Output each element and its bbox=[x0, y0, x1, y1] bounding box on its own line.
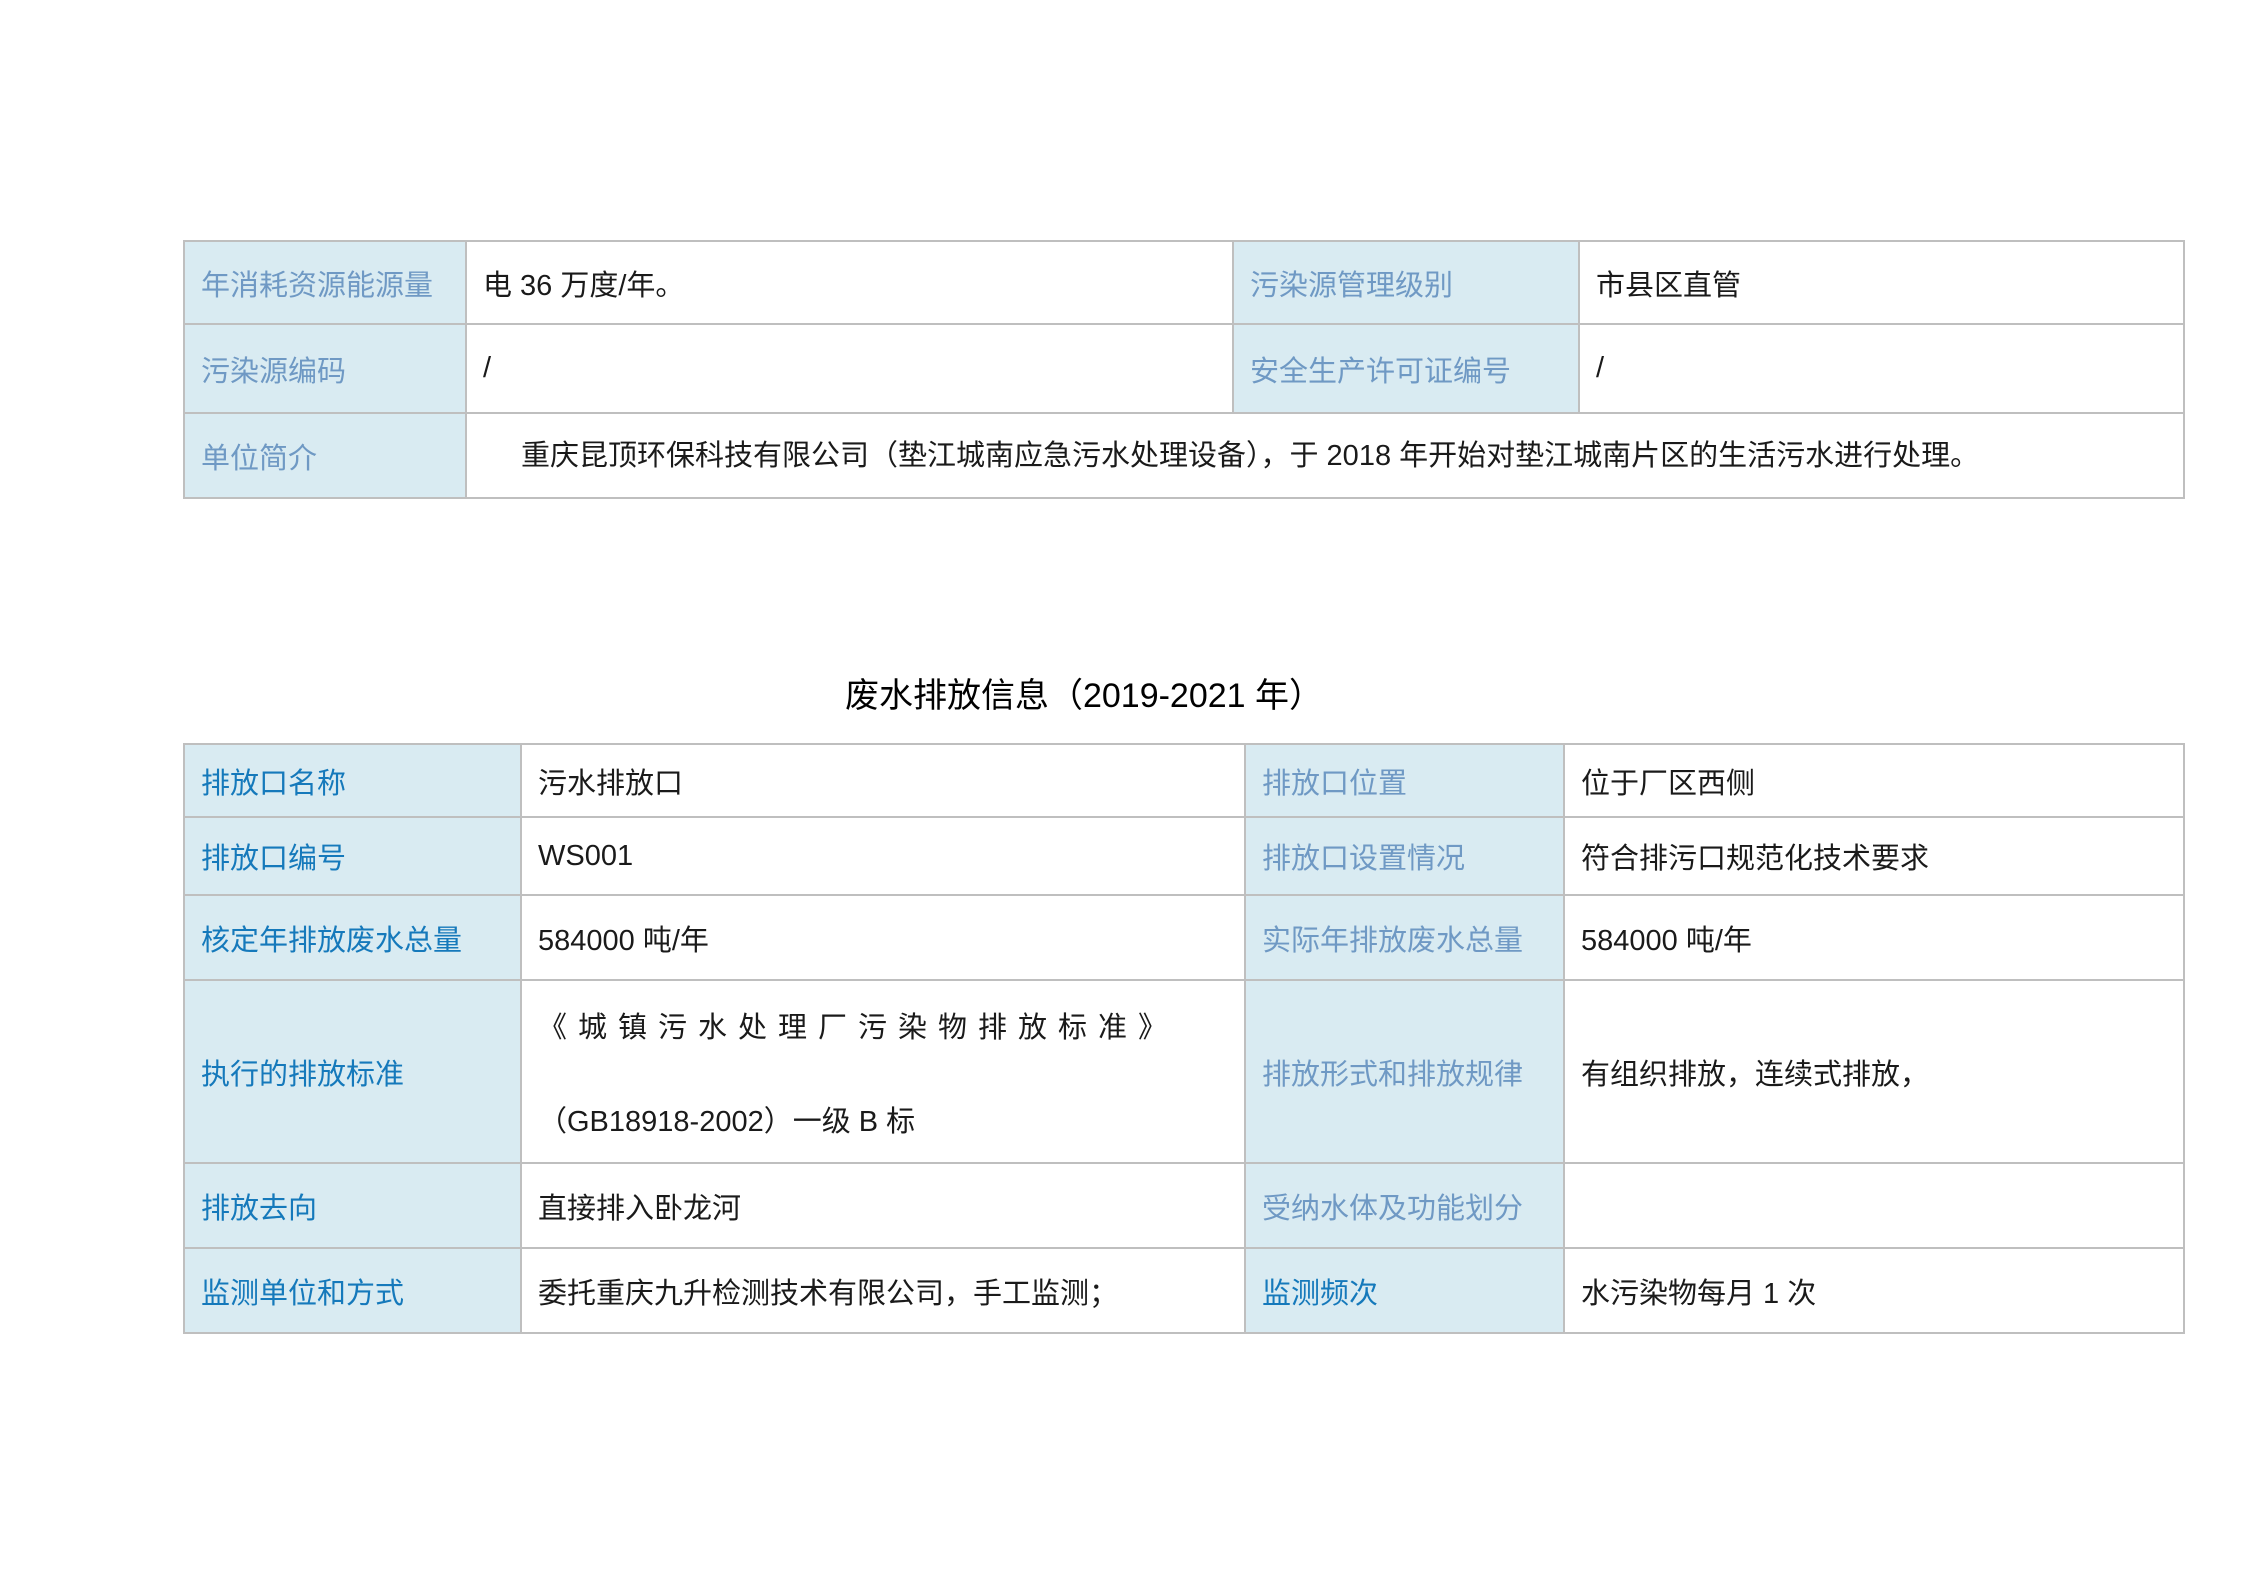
field-value-discharge-form: 有组织排放，连续式排放， bbox=[1564, 980, 2184, 1163]
field-value-approved-discharge: 584000 吨/年 bbox=[521, 895, 1245, 980]
wastewater-table: 排放口名称 污水排放口 排放口位置 位于厂区西侧 排放口编号 WS001 排放口… bbox=[183, 743, 2185, 1334]
row-annual-energy: 年消耗资源能源量 电 36 万度/年。 污染源管理级别 市县区直管 bbox=[184, 241, 2184, 324]
field-value-monitoring-frequency: 水污染物每月 1 次 bbox=[1564, 1248, 2184, 1333]
field-label-discharge-destination: 排放去向 bbox=[184, 1163, 521, 1248]
field-value-receiving-water bbox=[1564, 1163, 2184, 1248]
field-value-outlet-location: 位于厂区西侧 bbox=[1564, 744, 2184, 817]
standard-code-line: （GB18918-2002）一级 B 标 bbox=[538, 1098, 1228, 1140]
section-title-wastewater: 废水排放信息（2019-2021 年） bbox=[183, 672, 1985, 720]
row-outlet-number: 排放口编号 WS001 排放口设置情况 符合排污口规范化技术要求 bbox=[184, 817, 2184, 895]
field-label-actual-discharge: 实际年排放废水总量 bbox=[1245, 895, 1564, 980]
field-value-company-intro: 重庆昆顶环保科技有限公司（垫江城南应急污水处理设备），于 2018 年开始对垫江… bbox=[466, 413, 2184, 498]
row-discharge-standard: 执行的排放标准 《城镇污水处理厂污染物排放标准》 （GB18918-2002）一… bbox=[184, 980, 2184, 1163]
field-value-outlet-name: 污水排放口 bbox=[521, 744, 1245, 817]
field-label-monitoring-unit: 监测单位和方式 bbox=[184, 1248, 521, 1333]
field-label-safety-license: 安全生产许可证编号 bbox=[1233, 324, 1579, 413]
field-label-management-level: 污染源管理级别 bbox=[1233, 241, 1579, 324]
field-label-approved-discharge: 核定年排放废水总量 bbox=[184, 895, 521, 980]
row-approved-discharge: 核定年排放废水总量 584000 吨/年 实际年排放废水总量 584000 吨/… bbox=[184, 895, 2184, 980]
document-page: 年消耗资源能源量 电 36 万度/年。 污染源管理级别 市县区直管 污染源编码 … bbox=[0, 0, 2245, 1587]
row-outlet-name: 排放口名称 污水排放口 排放口位置 位于厂区西侧 bbox=[184, 744, 2184, 817]
field-label-monitoring-frequency: 监测频次 bbox=[1245, 1248, 1564, 1333]
field-label-source-code: 污染源编码 bbox=[184, 324, 466, 413]
field-label-discharge-form: 排放形式和排放规律 bbox=[1245, 980, 1564, 1163]
field-value-safety-license: / bbox=[1579, 324, 2184, 413]
field-value-actual-discharge: 584000 吨/年 bbox=[1564, 895, 2184, 980]
field-label-discharge-standard: 执行的排放标准 bbox=[184, 980, 521, 1163]
field-label-outlet-name: 排放口名称 bbox=[184, 744, 521, 817]
field-value-source-code: / bbox=[466, 324, 1233, 413]
field-value-annual-energy: 电 36 万度/年。 bbox=[466, 241, 1233, 324]
field-value-monitoring-unit: 委托重庆九升检测技术有限公司，手工监测； bbox=[521, 1248, 1245, 1333]
field-label-outlet-number: 排放口编号 bbox=[184, 817, 521, 895]
field-label-receiving-water: 受纳水体及功能划分 bbox=[1245, 1163, 1564, 1248]
field-label-annual-energy: 年消耗资源能源量 bbox=[184, 241, 466, 324]
field-value-discharge-standard: 《城镇污水处理厂污染物排放标准》 （GB18918-2002）一级 B 标 bbox=[521, 980, 1245, 1163]
standard-name-line: 《城镇污水处理厂污染物排放标准》 bbox=[538, 1004, 1228, 1046]
field-label-company-intro: 单位简介 bbox=[184, 413, 466, 498]
field-label-outlet-location: 排放口位置 bbox=[1245, 744, 1564, 817]
field-label-outlet-setup: 排放口设置情况 bbox=[1245, 817, 1564, 895]
row-pollution-source-code: 污染源编码 / 安全生产许可证编号 / bbox=[184, 324, 2184, 413]
field-value-discharge-destination: 直接排入卧龙河 bbox=[521, 1163, 1245, 1248]
field-value-outlet-number: WS001 bbox=[521, 817, 1245, 895]
row-discharge-destination: 排放去向 直接排入卧龙河 受纳水体及功能划分 bbox=[184, 1163, 2184, 1248]
row-monitoring-unit: 监测单位和方式 委托重庆九升检测技术有限公司，手工监测； 监测频次 水污染物每月… bbox=[184, 1248, 2184, 1333]
row-company-intro: 单位简介 重庆昆顶环保科技有限公司（垫江城南应急污水处理设备），于 2018 年… bbox=[184, 413, 2184, 498]
field-value-management-level: 市县区直管 bbox=[1579, 241, 2184, 324]
basic-info-table: 年消耗资源能源量 电 36 万度/年。 污染源管理级别 市县区直管 污染源编码 … bbox=[183, 240, 2185, 499]
field-value-outlet-setup: 符合排污口规范化技术要求 bbox=[1564, 817, 2184, 895]
